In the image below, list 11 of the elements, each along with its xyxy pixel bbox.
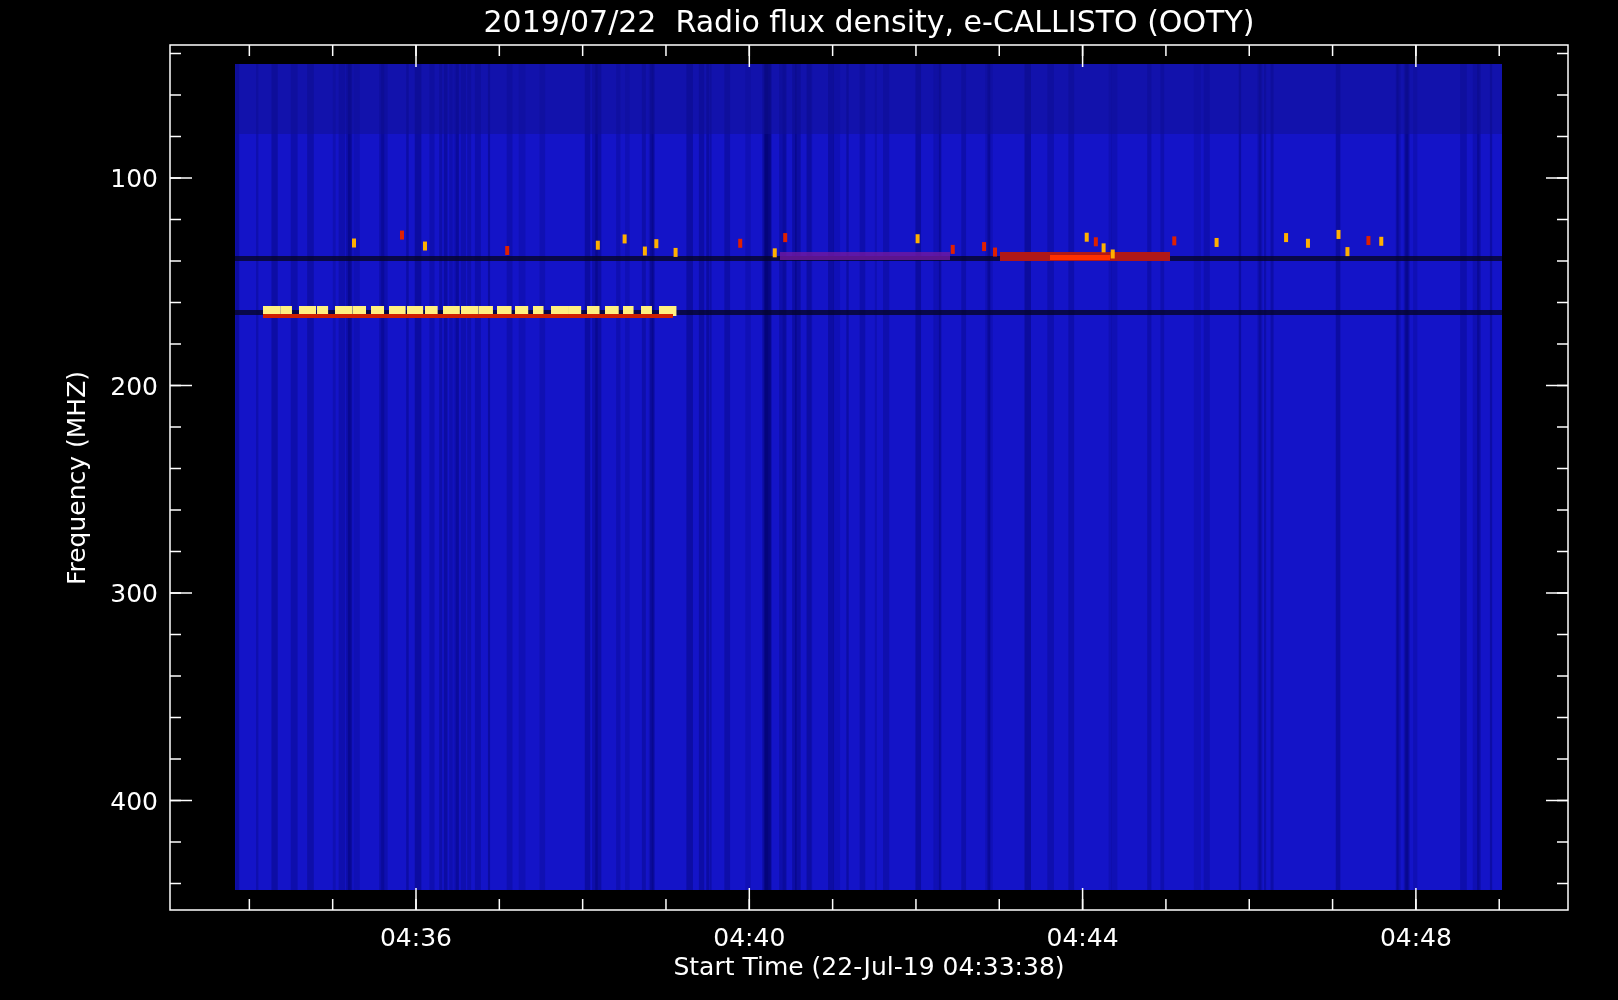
y-tick-label: 300 [110,579,158,608]
y-axis-label: Frequency (MHZ) [62,370,91,586]
y-tick-label: 100 [110,164,158,193]
x-tick-label: 04:40 [713,923,786,952]
x-axis-label: Start Time (22-Jul-19 04:33:38) [673,952,1065,981]
x-tick-label: 04:48 [1379,923,1452,952]
y-tick-label: 400 [110,786,158,816]
x-tick-label: 04:36 [380,923,452,952]
chart-title: 2019/07/22 Radio flux density, e-CALLISTO (OOTY) [483,4,1255,39]
y-tick-label: 200 [110,371,158,401]
x-tick-label: 04:44 [1046,923,1119,952]
